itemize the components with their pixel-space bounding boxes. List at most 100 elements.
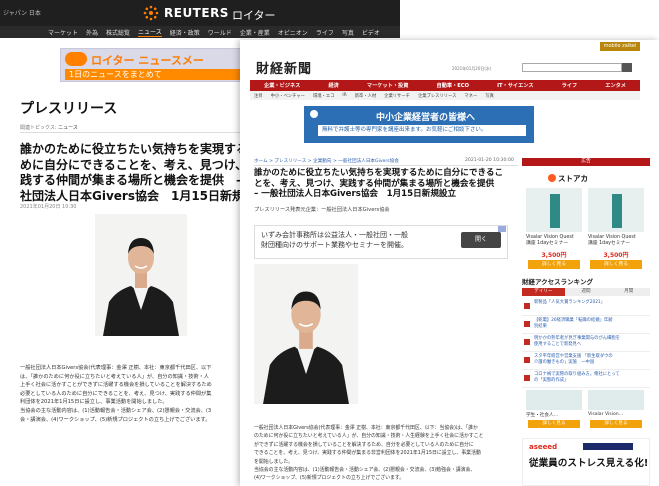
storeka-brand: ストアカ [558, 174, 588, 183]
inline-ad-open-button[interactable]: 開く [461, 232, 501, 248]
edition-selector[interactable]: ジャパン 日本 [3, 8, 41, 17]
tab-daily[interactable]: デイリー [522, 288, 565, 296]
subnav-item[interactable]: IR [342, 93, 346, 98]
body-line: できることを、考え、見つけ、実践する仲間が集まる非営利団体を2021年1月15日… [254, 450, 481, 457]
nav-item-it[interactable]: IT・サイエンス [497, 82, 533, 89]
aseeed-brand: aseeed [529, 443, 558, 451]
headline-line: 誰かのために役立ちたい気持ちを実現するために自分にできるこ [254, 168, 504, 178]
ad-product-image [526, 188, 582, 232]
mobile-zaikei-link[interactable]: mobile zaikei [600, 42, 640, 51]
page-title: プレスリリース [20, 101, 118, 117]
reuters-nav: マーケット 外為 株式総覧 ニュース 経済・政策 ワールド 企業・産業 オピニオ… [0, 26, 400, 38]
ranking-item[interactable]: スタ平年経営や営業支援 「新生取ダウの 介護の働きもの」実施 一中国 [522, 352, 650, 370]
sidebar-ad-2[interactable]: 学生・社会人… 詳しく見る Visalar Vision… 詳しく見る [522, 388, 650, 432]
adchoices-icon[interactable] [498, 226, 506, 232]
header-date: 2021年01月20日(水) [452, 66, 492, 71]
nav-item-world[interactable]: ワールド [208, 28, 232, 37]
subnav-item[interactable]: 環境・エコ [313, 93, 334, 99]
zaikei-logo[interactable]: 財経新聞 [256, 58, 312, 77]
article-photo [95, 214, 187, 336]
tab-monthly[interactable]: 月間 [607, 288, 651, 296]
related-topic-link[interactable]: ニュース [58, 125, 78, 131]
ad-product-name: Visalar Vision Quest 講座 1dayセミナー [588, 235, 636, 246]
ad-mini-button[interactable]: 詳しく見る [590, 420, 642, 428]
tab-weekly[interactable]: 週間 [564, 288, 608, 296]
reuters-logo-jp[interactable]: ロイター [232, 7, 276, 23]
nav-item-economy[interactable]: 経済・政策 [170, 28, 200, 37]
body-line: のために何か役に立ちたいと考えている人」が、自分の知識・技術・人生経験を上手く社… [254, 433, 484, 440]
reuters-topbar: ジャパン 日本 REUTERS ロイター [0, 0, 400, 26]
inline-ad[interactable]: いずみ会計事務所は公益法人・一般社団・一般 財団種向けのサポート業務やセミナーを… [254, 225, 508, 259]
ranking-item[interactable]: 明かかの熟年者が見ぎ事業関与のがん細胞を 使用することで新発見へ [522, 334, 650, 352]
ad-mini-card[interactable]: 学生・社会人… 詳しく見る [524, 390, 584, 430]
nav-item-market[interactable]: マーケット [48, 28, 78, 37]
headline-line: 社団法人日本Givers協会 1月15日新規設 [20, 188, 257, 203]
ad-product-button[interactable]: 詳しく見る [528, 260, 580, 269]
body-line: 当協会の主な活動内容は、(1)活動報告会・活動シェア会、(2)懇親会・交流会、(… [20, 407, 212, 414]
nav-item-photo[interactable]: 写真 [342, 28, 354, 37]
subnav-item[interactable]: 注目 [254, 93, 263, 99]
ranking-item-text: 明かかの熟年者が見ぎ事業関与のがん細胞を 使用することで新発見へ [534, 336, 620, 347]
rank-badge [524, 375, 530, 381]
ad-mini-card[interactable]: Visalar Vision… 詳しく見る [586, 390, 646, 430]
body-line: 一般社団法人日本Givers協会(代表理事：金澤 正樹、本社：東京都千代田区、以… [20, 365, 212, 371]
rank-badge [524, 321, 530, 327]
subnav-item[interactable]: マネー [464, 93, 477, 99]
inline-ad-text: いずみ会計事務所は公益法人・一般社団・一般 財団種向けのサポート業務やセミナーを… [261, 230, 451, 250]
ranking-tabs: デイリー 週間 月間 [522, 288, 651, 296]
headline-line: 誰かのために役立ちたい気持ちを実現するた [20, 142, 261, 156]
nav-item-life[interactable]: ライフ [316, 28, 334, 37]
body-line: (4)ワークショップ、(5)新規プロジェクトの立ち上げでございます。 [254, 475, 405, 482]
subnav-item[interactable]: 企業プレスリリース [418, 93, 456, 99]
newsletter-banner[interactable]: ロイター ニュースメー 1日のニュースをまとめて [60, 48, 250, 82]
search-button[interactable] [622, 63, 632, 72]
ranking-item-text: 【乾電】26経済職業「転職の結婚」年齢 別結果 [534, 318, 613, 329]
subnav-item[interactable]: 写真 [485, 93, 494, 99]
ranking-item[interactable]: 【乾電】26経済職業「転職の結婚」年齢 別結果 [522, 316, 650, 334]
subnav-item[interactable]: 中小・ベンチャー [271, 93, 305, 99]
nav-item-entame[interactable]: エンタメ [605, 82, 626, 89]
ad-product-button[interactable]: 詳しく見る [590, 260, 642, 269]
ad-product-card[interactable]: Visalar Vision Quest 講座 1dayセミナー 3,500円 … [586, 188, 646, 283]
body-line: 当協会の主な活動内容は、(1)活動報告会・活動シェア会、(2)懇親会・交流会、(… [254, 467, 476, 474]
ad3-tag [583, 443, 633, 450]
ad-product-card[interactable]: Visalar Vision Quest 講座 1dayセミナー 3,500円 … [524, 188, 584, 283]
top-banner-sub: 無料で弁護士等の専門家を講座出来ます。お気軽にご相談下さい。 [318, 125, 526, 136]
nav-item-business[interactable]: 企業・ビジネス [264, 82, 300, 89]
ranking-item[interactable]: 新製品「人気大賞ランキング2021」 [522, 298, 650, 316]
body-line: 利団体を2021年1月15日に設立し、事業活動を開始しました。 [20, 399, 168, 406]
nav-item-video[interactable]: ビデオ [362, 28, 380, 37]
search-input[interactable] [522, 63, 622, 72]
sidebar-ad[interactable]: ストアカ Visalar Vision Quest 講座 1dayセミナー 3,… [522, 170, 650, 286]
nav-item-economy[interactable]: 経済 [328, 82, 338, 89]
ad-product-name: Visalar Vision Quest 講座 1dayセミナー [526, 235, 574, 246]
body-line: 上手く社会に活かすことができずに活躍する機会を損していることを解決するため [20, 382, 212, 389]
nav-item-business[interactable]: 企業・産業 [240, 28, 270, 37]
ad-product-image [588, 188, 644, 232]
nav-item-stocks[interactable]: 株式総覧 [106, 28, 130, 37]
ranking-item[interactable]: コロナ禍で実際の取り組み方。俺社にとって の「実態的作成」 [522, 370, 650, 388]
nav-item-opinion[interactable]: オピニオン [278, 28, 308, 37]
sidebar-ad-3[interactable]: aseeed 従業員のストレス見える化! [522, 438, 650, 486]
divider [254, 165, 518, 166]
ad-mini-button[interactable]: 詳しく見る [528, 420, 580, 428]
nav-item-fx[interactable]: 外為 [86, 28, 98, 37]
reuters-logo[interactable]: REUTERS [164, 6, 229, 20]
article-headline: 誰かのために役立ちたい気持ちを実現するために自分にできるこ とを、考え、見つけ、… [254, 168, 522, 200]
ad-product-price: 3,500円 [603, 252, 629, 259]
nav-item-market[interactable]: マーケット・投資 [367, 82, 409, 89]
top-banner-ad[interactable]: 中小企業経営者の皆様へ 無料で弁護士等の専門家を講座出来ます。お気軽にご相談下さ… [304, 106, 534, 143]
subnav-item[interactable]: 企業リサーチ [384, 93, 410, 99]
breadcrumb[interactable]: ホーム > プレスリリース > 企業動向 > 一般社団法人日本Givers協会 [254, 158, 399, 164]
subnav-item[interactable]: 新卒・人材 [355, 93, 376, 99]
ad-product-price: 3,500円 [541, 252, 567, 259]
access-ranking-title: 財経アクセスランキング [522, 278, 593, 286]
ad-mark-icon [310, 110, 318, 118]
nav-item-auto[interactable]: 自動車・ECO [437, 82, 470, 89]
headline-line: 践する仲間が集まる場所と機会を提供 – [20, 173, 243, 187]
nav-item-news[interactable]: ニュース [138, 27, 162, 37]
nav-item-life[interactable]: ライフ [562, 82, 578, 89]
ad-mini-image [526, 390, 582, 410]
article-date: 2021年01月20日 10:30 [20, 204, 77, 210]
headline-line: とを、考え、見つけ、実践する仲間が集まる場所と機会を提供 [254, 178, 495, 189]
